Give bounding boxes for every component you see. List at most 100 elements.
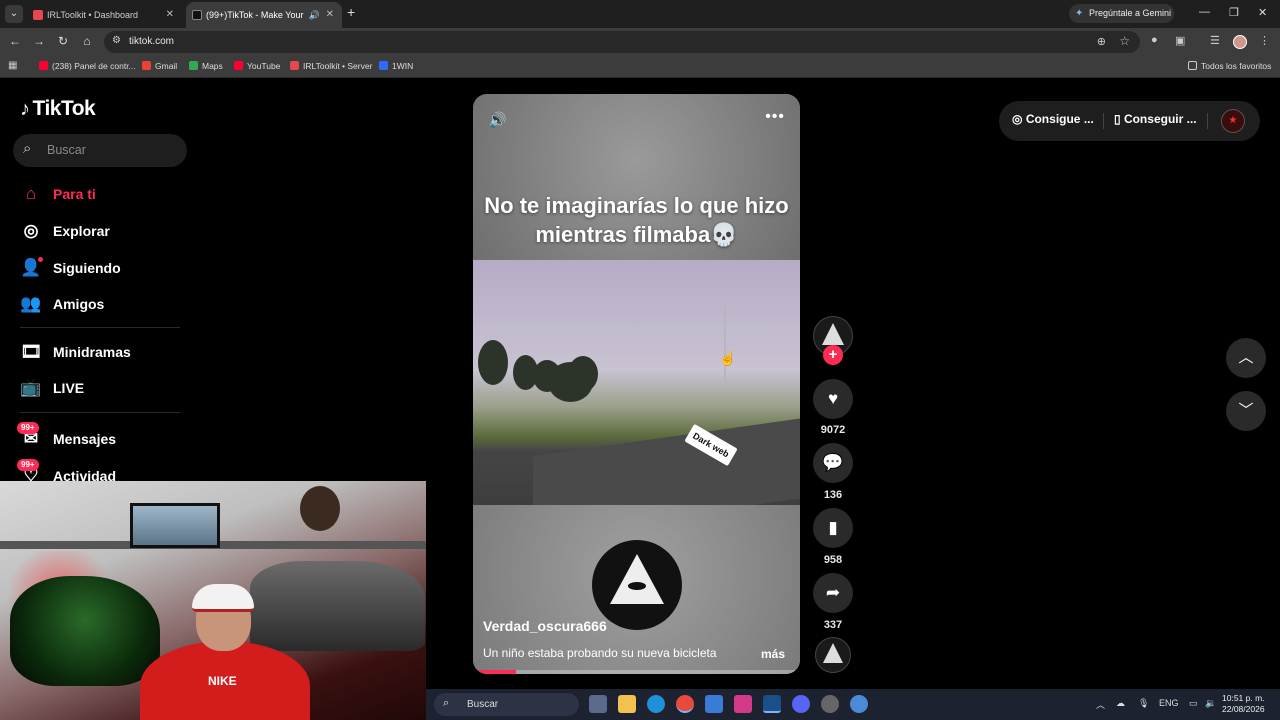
gmail-icon — [142, 61, 151, 70]
chrome-icon[interactable] — [676, 695, 694, 713]
reload-icon[interactable]: ↻ — [55, 34, 71, 48]
follow-plus-icon[interactable]: + — [823, 345, 843, 365]
close-window-icon[interactable]: ✕ — [1258, 6, 1267, 19]
forward-arrow-icon[interactable]: → — [31, 34, 47, 48]
triangle-icon — [823, 643, 843, 663]
new-tab-button[interactable]: + — [347, 4, 355, 20]
taskbar-search-label: Buscar — [467, 699, 499, 710]
sidebar-item-siguiendo[interactable]: 👤 Siguiendo — [20, 257, 180, 281]
restore-icon[interactable]: ❐ — [1229, 6, 1239, 19]
like-button[interactable]: ♥ — [813, 379, 853, 419]
more-options-icon[interactable]: ••• — [765, 108, 785, 126]
steam-icon[interactable] — [763, 695, 781, 713]
sidebar-item-para-ti[interactable]: ⌂ Para ti — [20, 183, 180, 207]
tiktok-logo[interactable]: ♪ TikTok — [20, 97, 96, 121]
sidebar-item-amigos[interactable]: 👥 Amigos — [20, 293, 180, 317]
tab-strip: ⌄ IRLToolkit • Dashboard ✕ (99+)TikTok -… — [0, 0, 1280, 28]
capcut-icon[interactable] — [734, 695, 752, 713]
puzzle-icon[interactable]: ▣ — [1175, 34, 1185, 47]
volume-icon[interactable]: 🔊 — [488, 111, 507, 129]
like-count: 9072 — [820, 424, 846, 436]
system-clock[interactable]: 10:51 p. m. 22/08/2026 — [1222, 693, 1265, 715]
irltoolkit-icon — [290, 61, 299, 70]
tree-shape — [478, 340, 508, 385]
more-link[interactable]: más — [761, 647, 785, 661]
cloud-icon[interactable]: ☁ — [1116, 698, 1125, 709]
bookmarks-bar: ▦ (238) Panel de contr... Gmail Maps You… — [0, 56, 1280, 78]
reading-list-icon[interactable]: ☰ — [1210, 34, 1220, 47]
tab-tiktok[interactable]: (99+)TikTok - Make Your Da 🔊 ✕ — [186, 2, 342, 28]
search-input[interactable]: ⌕ Buscar — [13, 134, 187, 167]
kebab-menu-icon[interactable]: ⋮ — [1259, 34, 1270, 47]
sidebar-item-minidramas[interactable]: 🎞 Minidramas — [20, 341, 180, 365]
bookmark-item[interactable]: YouTube — [234, 61, 280, 71]
obs-icon[interactable] — [821, 695, 839, 713]
share-count: 337 — [823, 619, 843, 631]
close-tab-icon[interactable]: ✕ — [326, 2, 334, 28]
sidebar-item-explorar[interactable]: ◎ Explorar — [20, 220, 180, 244]
bookmark-item[interactable]: Maps — [189, 61, 223, 71]
bookmark-label: 1WIN — [392, 61, 414, 71]
sidebar-item-live[interactable]: 📺 LIVE — [20, 377, 180, 401]
get-app-button[interactable]: ▯ Conseguir ... — [1114, 112, 1197, 126]
store-icon[interactable] — [705, 695, 723, 713]
taskbar-search[interactable]: ⌕ Buscar — [434, 693, 579, 716]
previous-video-button[interactable]: ︿ — [1226, 338, 1266, 378]
home-icon: ⌂ — [25, 184, 37, 203]
apps-grid-icon[interactable]: ▦ — [8, 60, 17, 71]
microphone-icon[interactable]: 🎙 — [1138, 698, 1149, 709]
sidebar-item-mensajes[interactable]: ✉ 99+ Mensajes — [17, 422, 180, 452]
save-button[interactable]: ▮ — [813, 508, 853, 548]
all-bookmarks[interactable]: Todos los favoritos — [1188, 61, 1271, 71]
site-settings-icon[interactable]: ⚙ — [112, 35, 121, 46]
back-arrow-icon[interactable]: ← — [7, 34, 23, 48]
sidebar-divider — [20, 412, 180, 413]
minimize-icon[interactable]: — — [1199, 6, 1210, 18]
get-coins-button[interactable]: ◎ Consigue ... — [1012, 112, 1094, 126]
discord-icon[interactable] — [792, 695, 810, 713]
video-caption: No te imaginarías lo que hizo mientras f… — [484, 193, 789, 247]
bookmark-item[interactable]: Gmail — [142, 61, 177, 71]
speaker-icon[interactable]: 🔊 — [309, 2, 320, 28]
bookmark-star-icon[interactable]: ☆ — [1119, 34, 1130, 48]
language-indicator[interactable]: ENG — [1159, 698, 1179, 708]
tray-chevron-icon[interactable]: ︿ — [1096, 698, 1105, 711]
bookmark-label: YouTube — [247, 61, 281, 71]
video-description: Un niño estaba probando su nueva bicicle… — [483, 646, 717, 660]
gemini-button[interactable]: ✦ Pregúntale a Gemini — [1069, 4, 1174, 23]
bookmark-item[interactable]: 1WIN — [379, 61, 413, 71]
extension-icon[interactable]: ● — [1151, 34, 1158, 46]
music-disc[interactable] — [815, 637, 851, 673]
bookmark-item[interactable]: IRLToolkit • Server — [290, 61, 372, 71]
share-button[interactable]: ➦ — [813, 573, 853, 613]
video-player[interactable]: 🔊 ••• No te imaginarías lo que hizo mien… — [473, 94, 800, 674]
sidebar-item-label: LIVE — [53, 380, 85, 396]
bookmark-item[interactable]: (238) Panel de contr... — [39, 61, 136, 71]
settings-gear-icon[interactable] — [850, 695, 868, 713]
video-progress-bar[interactable] — [473, 670, 800, 674]
address-bar[interactable]: ⚙ tiktok.com ⊕ ☆ — [104, 31, 1140, 53]
next-video-button[interactable]: ﹀ — [1226, 391, 1266, 431]
network-icon[interactable]: ▭ — [1189, 698, 1198, 709]
pill-divider — [1103, 113, 1104, 129]
tab-search-button[interactable]: ⌄ — [5, 5, 23, 23]
car-shape — [250, 561, 425, 651]
user-avatar[interactable]: ★ — [1221, 109, 1245, 133]
comment-count: 136 — [823, 489, 843, 501]
zoom-icon[interactable]: ⊕ — [1097, 35, 1106, 48]
video-username[interactable]: Verdad_oscura666 — [483, 618, 607, 634]
clock-time: 10:51 p. m. — [1222, 693, 1265, 703]
file-explorer-icon[interactable] — [618, 695, 636, 713]
motorcycle-shape — [10, 576, 160, 686]
edge-icon[interactable] — [647, 695, 665, 713]
close-tab-icon[interactable]: ✕ — [166, 2, 174, 28]
get-coins-label: Consigue ... — [1025, 112, 1094, 126]
comment-button[interactable]: 💬 — [813, 443, 853, 483]
home-icon[interactable]: ⌂ — [79, 34, 95, 48]
volume-icon[interactable]: 🔉 — [1205, 698, 1216, 709]
sidebar-item-label: Explorar — [53, 223, 110, 239]
task-view-icon[interactable] — [589, 695, 607, 713]
logo-text: TikTok — [32, 97, 96, 120]
profile-avatar[interactable] — [1233, 35, 1247, 49]
tab-irltoolkit[interactable]: IRLToolkit • Dashboard ✕ — [27, 2, 182, 28]
